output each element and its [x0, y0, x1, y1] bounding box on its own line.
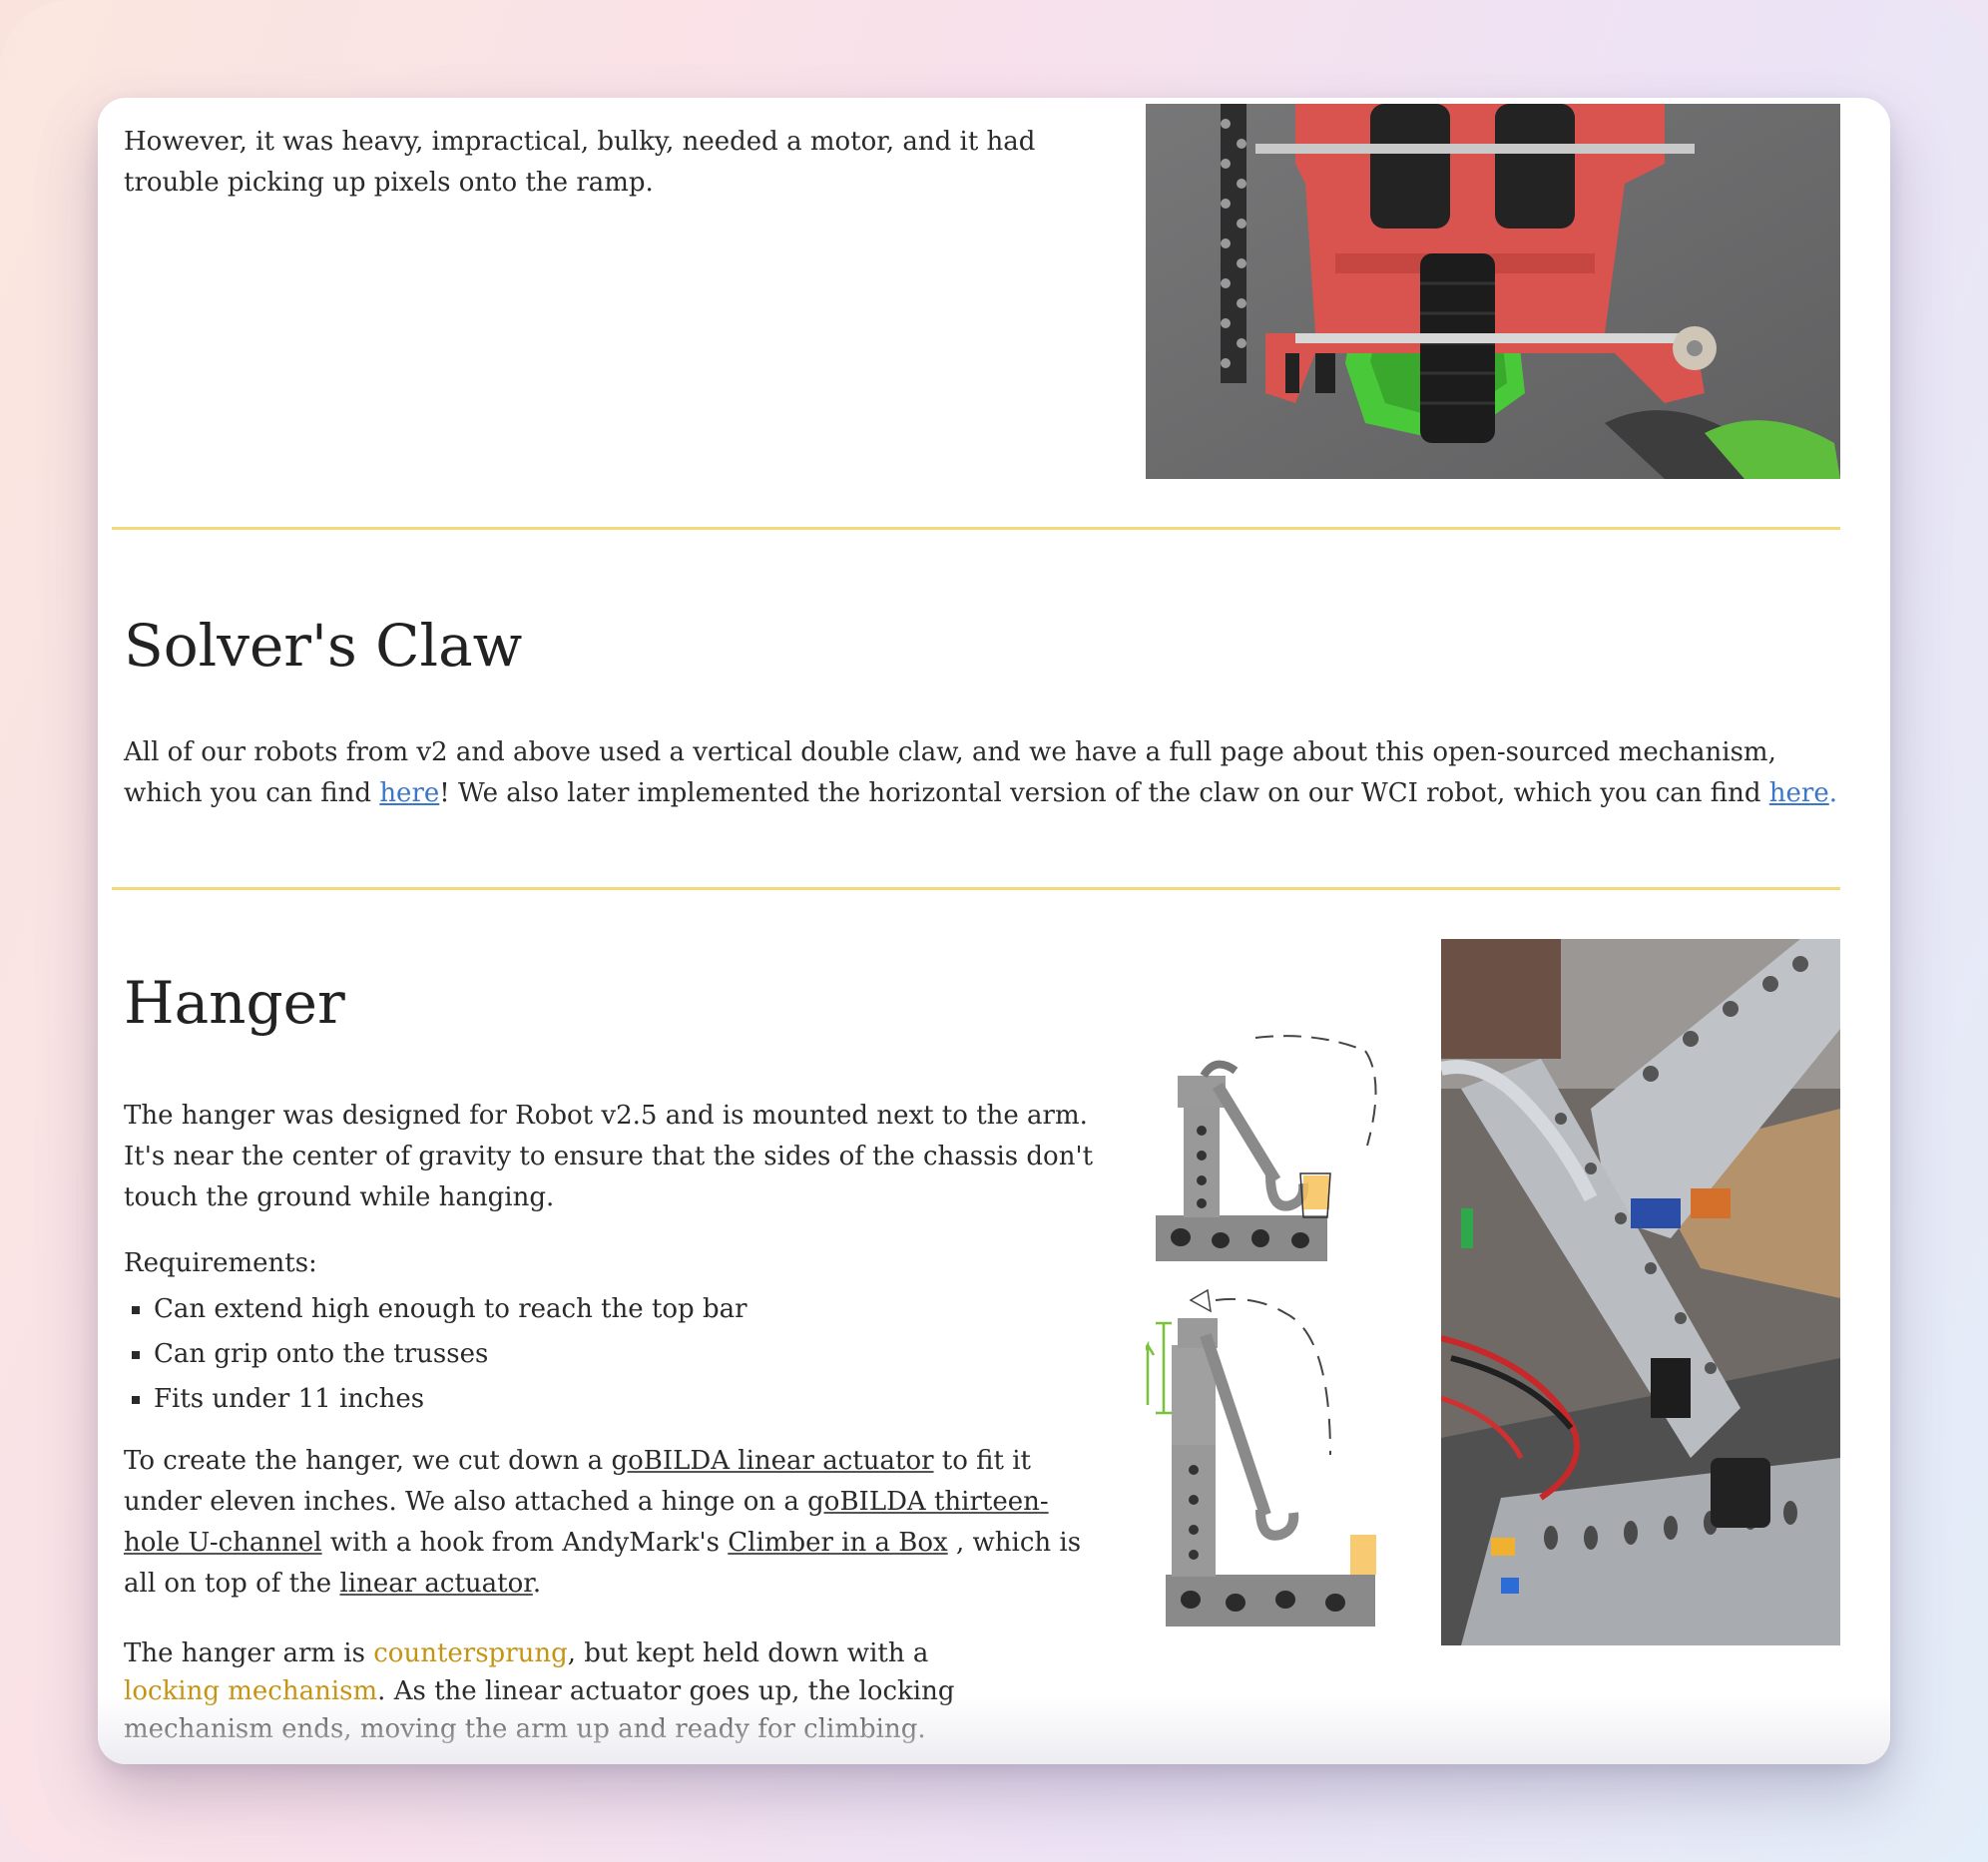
- hanger-paragraph-2: To create the hanger, we cut down a goBI…: [124, 1446, 1082, 1599]
- list-item: Fits under 11 inches: [124, 1377, 1022, 1422]
- requirements-list: Can extend high enough to reach the top …: [124, 1287, 1022, 1422]
- claw-text-2: ! We also later implemented the horizont…: [439, 778, 1769, 808]
- content-card: However, it was heavy, impractical, bulk…: [98, 98, 1890, 1764]
- claw-heading: Solver's Claw: [124, 612, 523, 680]
- background-frame: However, it was heavy, impractical, bulk…: [0, 0, 1988, 1862]
- actuator-link[interactable]: goBILDA linear actuator: [611, 1446, 933, 1476]
- locking-mechanism-term[interactable]: locking mechanism: [124, 1676, 377, 1706]
- hanger-paragraph-3: The hanger arm is countersprung, but kep…: [124, 1638, 955, 1744]
- section-divider: [112, 527, 1840, 530]
- claw-link-vertical[interactable]: here: [379, 778, 439, 808]
- claw-link-horizontal[interactable]: here: [1769, 778, 1829, 808]
- bullet-icon: [132, 1306, 140, 1314]
- bullet-icon: [132, 1396, 140, 1404]
- countersprung-term[interactable]: countersprung: [373, 1638, 568, 1668]
- linear-actuator-link[interactable]: linear actuator: [339, 1569, 532, 1599]
- section-divider: [112, 887, 1840, 890]
- bullet-icon: [132, 1351, 140, 1359]
- list-item: Can grip onto the trusses: [124, 1332, 1022, 1377]
- hanger-paragraph-1: The hanger was designed for Robot v2.5 a…: [124, 1101, 1094, 1212]
- hanger-heading: Hanger: [124, 969, 345, 1037]
- climber-link[interactable]: Climber in a Box: [728, 1528, 947, 1558]
- requirements-label: Requirements:: [124, 1248, 317, 1278]
- hanger-photo: [1441, 939, 1840, 1645]
- list-item: Can extend high enough to reach the top …: [124, 1287, 1022, 1332]
- intake-photo: [1146, 104, 1840, 479]
- hanger-sketch: [1140, 936, 1485, 1634]
- intro-paragraph: However, it was heavy, impractical, bulk…: [124, 127, 1036, 198]
- claw-text-3: .: [1828, 778, 1838, 808]
- claw-paragraph: All of our robots from v2 and above used…: [124, 732, 1840, 814]
